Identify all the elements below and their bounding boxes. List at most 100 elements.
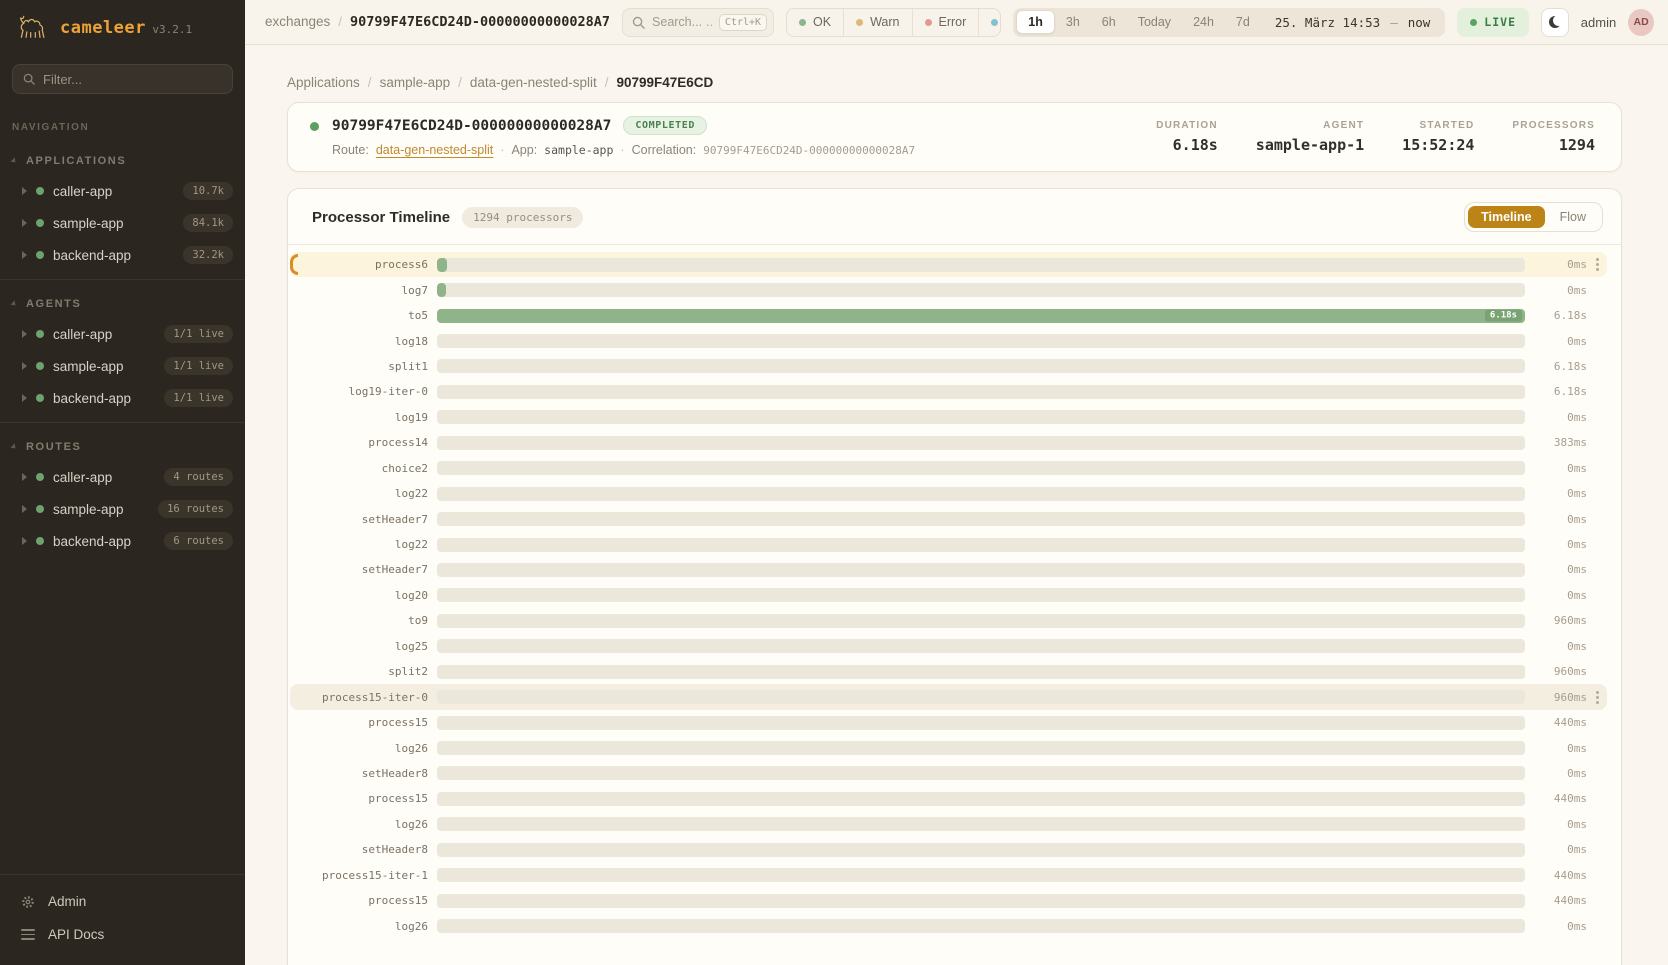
status-dot-icon: [991, 19, 998, 26]
timeline-row[interactable]: process6 0ms: [290, 252, 1607, 277]
health-dot-icon: [36, 473, 44, 481]
sidebar-item-caller-app[interactable]: caller-app 10.7k: [0, 175, 245, 207]
expand-arrow-icon[interactable]: [22, 330, 27, 338]
row-duration: 0ms: [1537, 843, 1587, 856]
search-placeholder: Search... …: [652, 15, 712, 29]
row-duration: 0ms: [1537, 767, 1587, 780]
health-dot-icon: [36, 537, 44, 545]
timeline-row[interactable]: log7 0ms: [290, 277, 1607, 302]
sidebar-item-api-docs[interactable]: API Docs: [0, 918, 245, 951]
range-button-24h[interactable]: 24h: [1182, 11, 1225, 33]
item-badge: 6 routes: [164, 532, 233, 550]
sidebar-item-sample-app[interactable]: sample-app 84.1k: [0, 207, 245, 239]
timeline-row[interactable]: log22 0ms: [290, 532, 1607, 557]
breadcrumb-link[interactable]: data-gen-nested-split: [470, 75, 597, 90]
sidebar-item-backend-app[interactable]: backend-app 6 routes: [0, 525, 245, 557]
expand-arrow-icon[interactable]: [22, 187, 27, 195]
toggle-flow[interactable]: Flow: [1547, 206, 1599, 228]
range-button-7d[interactable]: 7d: [1225, 11, 1261, 33]
sidebar-item-caller-app[interactable]: caller-app 4 routes: [0, 461, 245, 493]
timeline-row[interactable]: to5 6.18s 6.18s: [290, 303, 1607, 328]
status-filter-group: OKWarnError: [786, 8, 1001, 37]
timeline-row[interactable]: setHeader7 0ms: [290, 557, 1607, 582]
status-filter-warn[interactable]: Warn: [844, 9, 912, 36]
timeline-row[interactable]: log20 0ms: [290, 583, 1607, 608]
status-filter-trace[interactable]: [979, 9, 1001, 36]
section-title: APPLICATIONS: [26, 155, 126, 167]
status-filter-error[interactable]: Error: [913, 9, 980, 36]
duration-bar-track: [437, 792, 1525, 806]
breadcrumb-link[interactable]: sample-app: [380, 75, 451, 90]
timeline-row[interactable]: log26 0ms: [290, 913, 1607, 938]
expand-arrow-icon[interactable]: [22, 505, 27, 513]
breadcrumb-link[interactable]: Applications: [287, 75, 360, 90]
row-menu-icon[interactable]: [1587, 257, 1607, 273]
range-button-3h[interactable]: 3h: [1055, 11, 1091, 33]
exchange-summary-card: 90799F47E6CD24D-00000000000028A7 COMPLET…: [287, 102, 1622, 172]
timeline-row[interactable]: log19 0ms: [290, 405, 1607, 430]
expand-arrow-icon[interactable]: [22, 362, 27, 370]
status-filter-ok[interactable]: OK: [787, 9, 844, 36]
section-header[interactable]: APPLICATIONS: [0, 147, 245, 175]
sidebar-item-admin[interactable]: Admin: [0, 885, 245, 918]
expand-arrow-icon[interactable]: [22, 251, 27, 259]
timeline-row[interactable]: to9 960ms: [290, 608, 1607, 633]
timeline-row[interactable]: setHeader8 0ms: [290, 761, 1607, 786]
timeline-row[interactable]: process15 440ms: [290, 888, 1607, 913]
item-label: caller-app: [53, 184, 174, 199]
theme-toggle-button[interactable]: [1541, 8, 1569, 37]
avatar[interactable]: AD: [1628, 9, 1654, 36]
timeline-row[interactable]: process15-iter-1 440ms: [290, 863, 1607, 888]
duration-bar-track: [437, 843, 1525, 857]
live-badge[interactable]: LIVE: [1457, 8, 1529, 37]
section-header[interactable]: AGENTS: [0, 290, 245, 318]
processor-label: log19: [290, 411, 428, 424]
app-name: cameleer: [60, 18, 146, 38]
expand-arrow-icon[interactable]: [22, 394, 27, 402]
route-link[interactable]: data-gen-nested-split: [376, 143, 493, 157]
sidebar-filter-input[interactable]: Filter...: [12, 64, 233, 94]
processor-label: log26: [290, 920, 428, 933]
timeline-row[interactable]: process14 383ms: [290, 430, 1607, 455]
breadcrumb-section[interactable]: exchanges: [265, 14, 330, 29]
sidebar-item-sample-app[interactable]: sample-app 1/1 live: [0, 350, 245, 382]
section-header[interactable]: ROUTES: [0, 433, 245, 461]
sidebar-item-backend-app[interactable]: backend-app 32.2k: [0, 239, 245, 271]
time-range-display[interactable]: 25. März 14:53—now: [1261, 15, 1442, 30]
stat-value: 6.18s: [1156, 136, 1218, 154]
sidebar-item-sample-app[interactable]: sample-app 16 routes: [0, 493, 245, 525]
sidebar-item-backend-app[interactable]: backend-app 1/1 live: [0, 382, 245, 414]
row-menu-icon[interactable]: [1587, 689, 1607, 705]
timeline-row[interactable]: process15-iter-0 960ms: [290, 684, 1607, 709]
sidebar-item-caller-app[interactable]: caller-app 1/1 live: [0, 318, 245, 350]
expand-arrow-icon[interactable]: [22, 219, 27, 227]
health-dot-icon: [36, 330, 44, 338]
timeline-row[interactable]: log19-iter-0 6.18s: [290, 379, 1607, 404]
timeline-row[interactable]: setHeader8 0ms: [290, 837, 1607, 862]
timeline-row[interactable]: split2 960ms: [290, 659, 1607, 684]
expand-arrow-icon[interactable]: [22, 473, 27, 481]
timeline-row[interactable]: process15 440ms: [290, 786, 1607, 811]
search-input[interactable]: Search... … Ctrl+K: [622, 8, 774, 37]
item-badge: 1/1 live: [164, 325, 233, 343]
timeline-row[interactable]: setHeader7 0ms: [290, 506, 1607, 531]
active-row-marker-icon: [290, 254, 298, 275]
timeline-row[interactable]: choice2 0ms: [290, 456, 1607, 481]
timeline-row[interactable]: log18 0ms: [290, 328, 1607, 353]
timeline-row[interactable]: process15 440ms: [290, 710, 1607, 735]
route-label: Route:: [332, 143, 369, 157]
range-button-today[interactable]: Today: [1127, 11, 1182, 33]
timeline-row[interactable]: split1 6.18s: [290, 354, 1607, 379]
menu-icon: [20, 929, 36, 940]
range-button-1h[interactable]: 1h: [1016, 10, 1055, 34]
row-duration: 960ms: [1537, 691, 1587, 704]
timeline-row[interactable]: log26 0ms: [290, 812, 1607, 837]
timeline-row[interactable]: log25 0ms: [290, 634, 1607, 659]
timeline-row[interactable]: log26 0ms: [290, 735, 1607, 760]
toggle-timeline[interactable]: Timeline: [1468, 206, 1544, 228]
timeline-row[interactable]: log22 0ms: [290, 481, 1607, 506]
range-button-6h[interactable]: 6h: [1091, 11, 1127, 33]
expand-arrow-icon[interactable]: [22, 537, 27, 545]
health-dot-icon: [36, 362, 44, 370]
item-label: caller-app: [53, 327, 155, 342]
